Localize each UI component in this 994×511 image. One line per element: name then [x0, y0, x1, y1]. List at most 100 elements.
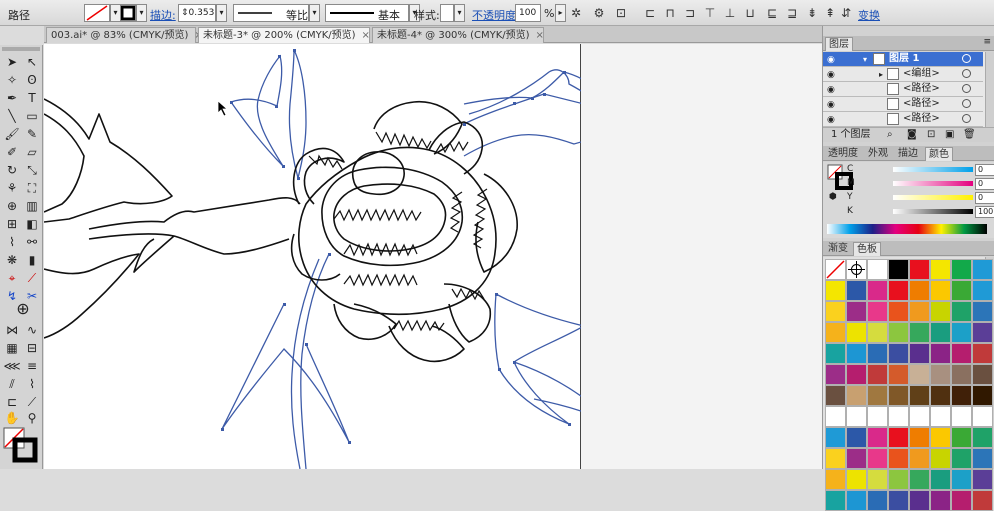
color-swatch[interactable]: [825, 343, 846, 364]
warp-reshape-tool-icon[interactable]: ∿: [22, 321, 42, 339]
anchor-point[interactable]: [328, 253, 331, 256]
color-swatch[interactable]: [846, 301, 867, 322]
color-swatch[interactable]: [909, 280, 930, 301]
scale-tool-icon[interactable]: ⤡: [22, 161, 42, 179]
stroke-weight-dropdown[interactable]: ▾: [216, 4, 227, 22]
target-icon[interactable]: [962, 84, 971, 93]
anchor-point[interactable]: [278, 55, 281, 58]
slice-tool-icon[interactable]: ⟋: [22, 269, 42, 287]
color-swatch[interactable]: [909, 301, 930, 322]
make-clipping-mask-icon[interactable]: ◙: [907, 128, 917, 142]
canvas-area[interactable]: [43, 44, 822, 470]
color-swatch[interactable]: [909, 448, 930, 469]
magic-wand-tool-icon[interactable]: ✧: [2, 71, 22, 89]
none-swatch[interactable]: [825, 259, 846, 280]
color-swatch[interactable]: [888, 385, 909, 406]
color-swatch[interactable]: [951, 490, 972, 511]
eye-icon[interactable]: ◉: [827, 83, 835, 97]
channel-slider[interactable]: [893, 195, 973, 200]
color-swatch[interactable]: [867, 469, 888, 490]
anchor-point[interactable]: [568, 423, 571, 426]
color-swatch[interactable]: [972, 301, 993, 322]
list-tool-icon[interactable]: ≡: [22, 357, 42, 375]
color-swatch[interactable]: [972, 427, 993, 448]
eye-icon[interactable]: ◉: [827, 53, 835, 67]
color-swatch[interactable]: [972, 259, 993, 280]
lasso-tool-icon[interactable]: ʘ: [22, 71, 42, 89]
selection-tool-icon[interactable]: ➤: [2, 53, 22, 71]
channel-slider[interactable]: [893, 209, 973, 214]
eye-icon[interactable]: ◉: [827, 113, 835, 127]
anchor-point[interactable]: [563, 71, 566, 74]
color-swatch[interactable]: [951, 469, 972, 490]
anchor-point[interactable]: [348, 441, 351, 444]
color-swatch[interactable]: [825, 385, 846, 406]
eye-icon[interactable]: ◉: [827, 98, 835, 112]
opacity-label[interactable]: 不透明度:: [472, 7, 520, 23]
paintbrush-tool-icon[interactable]: 🖌: [2, 125, 22, 143]
recolor-artwork-icon[interactable]: ✲: [568, 5, 584, 21]
symbol-tool-icon[interactable]: ⊕: [11, 299, 35, 319]
color-swatch[interactable]: [930, 301, 951, 322]
stroke-stepper-icon[interactable]: ⇕: [181, 8, 189, 18]
color-swatch[interactable]: [972, 280, 993, 301]
color-swatch[interactable]: [888, 406, 909, 427]
toolbox-grip[interactable]: [2, 47, 40, 51]
color-swatch[interactable]: [888, 448, 909, 469]
fill-stroke-indicator[interactable]: [3, 427, 38, 463]
gradient-tool-icon[interactable]: ◧: [22, 215, 42, 233]
color-swatch[interactable]: [972, 490, 993, 511]
pen-tool-icon[interactable]: ✒: [2, 89, 22, 107]
color-swatch[interactable]: [888, 469, 909, 490]
color-swatch[interactable]: [972, 322, 993, 343]
color-swatch[interactable]: [888, 343, 909, 364]
swap-colors-icon[interactable]: ⬢: [829, 192, 837, 202]
channel-value-field[interactable]: 0: [975, 164, 994, 176]
target-icon[interactable]: [962, 54, 971, 63]
opacity-dropdown[interactable]: ▸: [555, 4, 566, 22]
layer-row[interactable]: ◉ <路径>: [823, 97, 983, 112]
color-swatch[interactable]: [867, 322, 888, 343]
color-swatch[interactable]: [825, 322, 846, 343]
color-swatch[interactable]: [867, 490, 888, 511]
channel-slider[interactable]: [893, 181, 973, 186]
live-paint-tool-icon[interactable]: ⋘: [2, 357, 22, 375]
color-swatch[interactable]: [846, 343, 867, 364]
color-swatch[interactable]: [867, 406, 888, 427]
anchor-point[interactable]: [282, 165, 285, 168]
color-swatch[interactable]: [930, 259, 951, 280]
artboard-tool-icon[interactable]: ⌖: [2, 269, 22, 287]
target-icon[interactable]: [962, 69, 971, 78]
align-left-icon[interactable]: ⊏: [642, 5, 658, 21]
color-swatch[interactable]: [846, 469, 867, 490]
color-swatch[interactable]: [867, 364, 888, 385]
color-swatch[interactable]: [909, 406, 930, 427]
eyedropper-alt-tool-icon[interactable]: ⌇: [22, 375, 42, 393]
target-icon[interactable]: [962, 114, 971, 123]
tab-layers[interactable]: 图层: [825, 37, 853, 51]
color-swatch[interactable]: [888, 301, 909, 322]
warp-tool-icon[interactable]: ⚘: [2, 179, 22, 197]
layer-row[interactable]: ◉ <路径>: [823, 112, 983, 127]
anchor-point[interactable]: [513, 361, 516, 364]
align-hcenter-icon[interactable]: ⊓: [662, 5, 678, 21]
color-swatch[interactable]: [846, 322, 867, 343]
color-swatch[interactable]: [909, 469, 930, 490]
color-swatch[interactable]: [867, 448, 888, 469]
color-swatch[interactable]: [951, 259, 972, 280]
channel-value-field[interactable]: 0: [975, 178, 994, 190]
color-swatch[interactable]: [930, 364, 951, 385]
color-swatch[interactable]: [951, 385, 972, 406]
align-top-icon[interactable]: ⊤: [702, 5, 718, 21]
tab-color[interactable]: 颜色: [925, 147, 953, 161]
eye-icon[interactable]: ◉: [827, 68, 835, 82]
color-swatch[interactable]: [867, 259, 888, 280]
color-swatch[interactable]: [846, 427, 867, 448]
variable-width-profile[interactable]: 等比: [233, 4, 309, 22]
gear-icon[interactable]: ⚙: [591, 5, 607, 21]
color-swatch[interactable]: [930, 469, 951, 490]
color-swatch[interactable]: [867, 301, 888, 322]
mesh-grid-tool-icon[interactable]: ⊟: [22, 339, 42, 357]
anchor-point[interactable]: [230, 101, 233, 104]
type-tool-icon[interactable]: T: [22, 89, 42, 107]
